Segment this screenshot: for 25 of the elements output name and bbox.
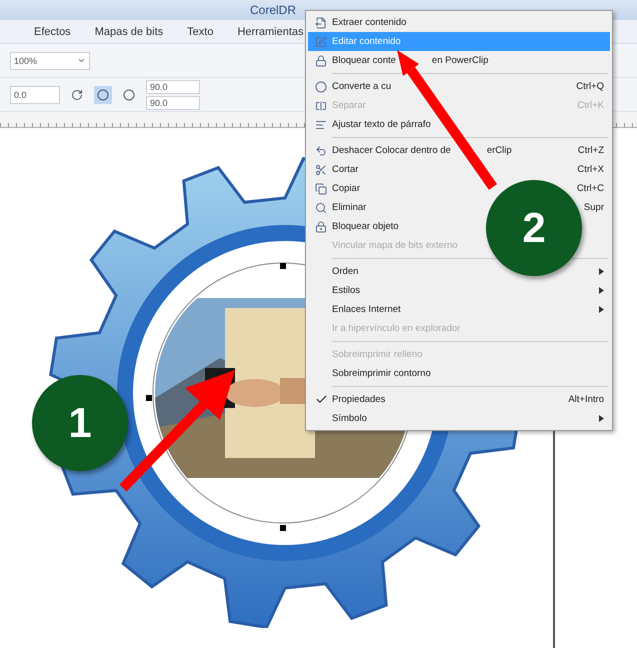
menu-item[interactable]: Ajustar texto de párrafo	[332, 119, 431, 130]
menu-bar-item[interactable]: Mapas de bits	[94, 26, 164, 38]
menu-item[interactable]: Símbolo	[308, 409, 610, 428]
menu-item[interactable]: Cortar Ctrl+X	[308, 160, 610, 179]
scale-y-field[interactable]: 90.0	[146, 96, 200, 110]
menu-item[interactable]: Enlaces Internet	[308, 300, 610, 319]
scale-x-field[interactable]: 90.0	[146, 80, 200, 94]
angle-field[interactable]: 0.0	[10, 86, 60, 104]
menu-bar-item[interactable]: Efectos	[34, 26, 71, 38]
chevron-down-icon	[77, 56, 86, 65]
selection-handle[interactable]	[146, 395, 152, 401]
menu-item[interactable]: Propiedades Alt+Intro	[308, 390, 610, 409]
menu-item[interactable]: Deshacer Colocar dentro de erClip Ctrl+Z	[308, 141, 610, 160]
menu-item[interactable]: Converte a cu Ctrl+Q	[308, 77, 610, 96]
menu-item[interactable]: Bloquear conte en PowerClip	[308, 51, 610, 70]
menu-item[interactable]: Estilos	[308, 281, 610, 300]
menu-item[interactable]: Bloquear objeto	[332, 221, 399, 232]
menu-item[interactable]: Sobreimprimir contorno	[332, 368, 431, 379]
selection-handle[interactable]	[280, 525, 286, 531]
menu-bar-item[interactable]: Texto	[187, 26, 214, 38]
zoom-dropdown[interactable]: 100%	[10, 52, 90, 70]
window-title: CorelDR	[250, 3, 296, 17]
menu-item[interactable]: Extraer contenido	[332, 17, 406, 28]
menu-bar-item[interactable]: Herramientas	[237, 26, 304, 38]
selection-handle[interactable]	[280, 263, 286, 269]
